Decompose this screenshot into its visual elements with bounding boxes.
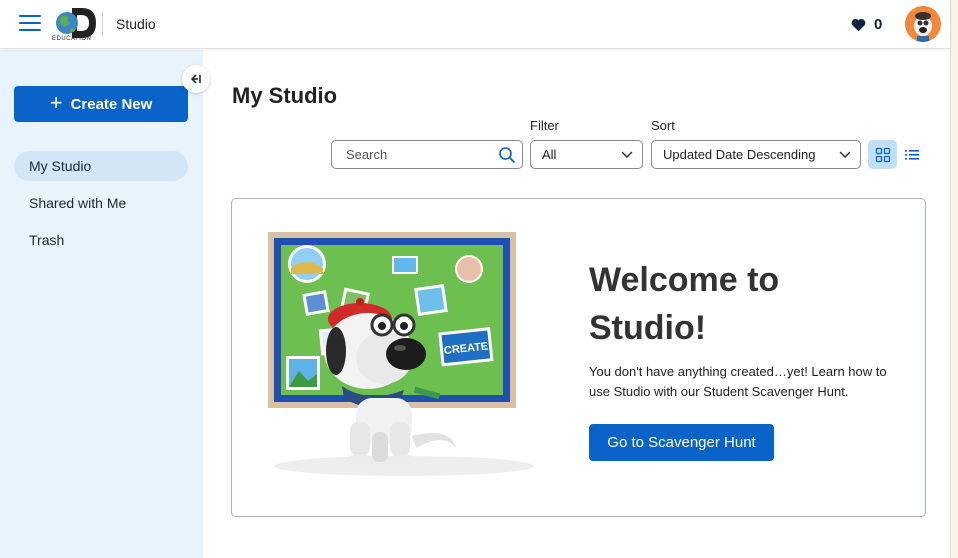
search-input[interactable] xyxy=(346,147,496,162)
filter-select[interactable]: All xyxy=(530,140,643,169)
sidebar-item-label: Trash xyxy=(29,232,65,248)
collapse-left-icon xyxy=(190,74,201,84)
welcome-description: You don't have anything created…yet! Lea… xyxy=(589,364,887,399)
sidebar-item-shared-with-me[interactable]: Shared with Me xyxy=(14,188,188,218)
sidebar-item-label: Shared with Me xyxy=(29,195,127,211)
grid-icon xyxy=(875,147,890,162)
sidebar-item-label: My Studio xyxy=(29,158,92,174)
robot-dog-bulletin-board-illustration: CREATE xyxy=(268,232,534,476)
collapse-sidebar-button[interactable] xyxy=(182,65,210,93)
chevron-down-icon xyxy=(839,151,851,159)
scavenger-hunt-button[interactable]: Go to Scavenger Hunt xyxy=(589,424,774,461)
create-new-button[interactable]: + Create New xyxy=(14,86,188,122)
sidebar-item-my-studio[interactable]: My Studio xyxy=(14,151,188,181)
sort-label: Sort xyxy=(651,118,675,133)
list-view-button[interactable] xyxy=(902,145,922,165)
sort-value: Updated Date Descending xyxy=(663,147,816,162)
app-title: Studio xyxy=(116,16,156,32)
menu-icon[interactable] xyxy=(19,15,41,33)
heart-icon xyxy=(851,18,866,31)
create-new-label: Create New xyxy=(70,95,153,113)
robot-dog-avatar-icon xyxy=(905,6,941,42)
welcome-title-line2: Studio! xyxy=(589,309,707,347)
sort-select[interactable]: Updated Date Descending xyxy=(651,140,861,169)
favorites-count: 0 xyxy=(874,16,883,33)
search-box xyxy=(331,140,523,169)
filter-value: All xyxy=(542,147,557,162)
sidebar-item-trash[interactable]: Trash xyxy=(14,225,188,255)
welcome-title: Welcome to Studio! xyxy=(589,256,889,352)
sidebar xyxy=(0,50,203,558)
logo-text: EDUCATION xyxy=(52,36,92,42)
list-icon xyxy=(905,150,919,160)
favorites-button[interactable]: 0 xyxy=(851,16,882,33)
window-edge xyxy=(950,0,958,558)
plus-icon: + xyxy=(49,90,63,115)
user-avatar[interactable] xyxy=(905,6,941,42)
search-icon[interactable] xyxy=(498,146,516,164)
chevron-down-icon xyxy=(621,151,633,159)
filter-label: Filter xyxy=(530,118,559,133)
page-title: My Studio xyxy=(232,83,338,108)
grid-view-button[interactable] xyxy=(868,140,897,169)
welcome-title-line1: Welcome to xyxy=(589,261,780,299)
header-divider xyxy=(102,12,103,36)
scavenger-hunt-label: Go to Scavenger Hunt xyxy=(607,434,756,451)
top-header: EDUCATION Studio 0 xyxy=(0,0,950,49)
